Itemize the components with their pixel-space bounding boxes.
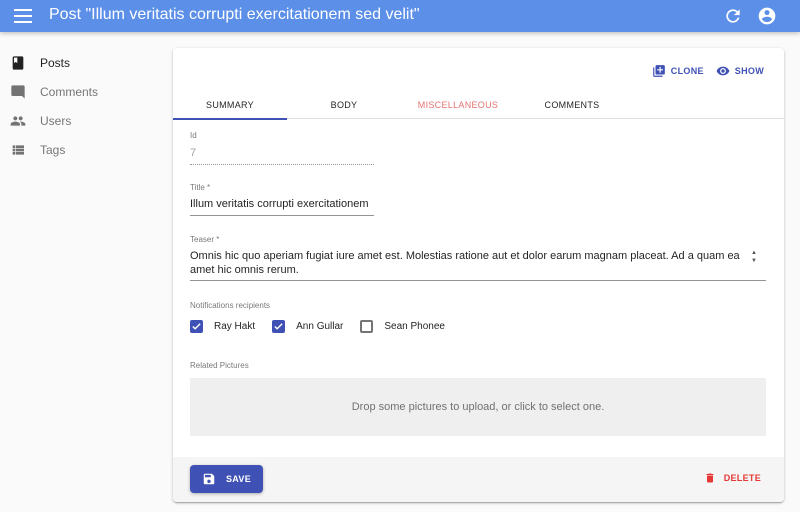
clone-label: CLONE <box>670 66 704 76</box>
library-add-icon <box>652 65 665 77</box>
picture-dropzone[interactable]: Drop some pictures to upload, or click t… <box>190 378 766 436</box>
tab-miscellaneous[interactable]: MISCELLANEOUS <box>401 90 515 119</box>
show-button[interactable]: SHOW <box>716 64 764 78</box>
eye-icon <box>716 66 730 76</box>
tab-body[interactable]: BODY <box>287 90 401 119</box>
id-label: Id <box>190 131 197 140</box>
book-icon <box>12 56 24 70</box>
checkbox-label: Ann Gullar <box>296 321 344 332</box>
id-underline <box>190 164 374 165</box>
trash-icon <box>706 473 714 483</box>
sidebar-item-label: Users <box>40 113 72 128</box>
sidebar-item-comments[interactable]: Comments <box>0 77 160 106</box>
recipient-checkbox-ray-hakt[interactable]: Ray Hakt <box>190 320 255 333</box>
recipient-checkbox-sean-phonee[interactable]: Sean Phonee <box>360 320 445 333</box>
checked-icon <box>190 320 203 333</box>
card-actions: CLONE SHOW <box>652 64 764 78</box>
dropzone-text: Drop some pictures to upload, or click t… <box>351 401 605 413</box>
edit-card: CLONE SHOW SUMMARY BODY MISCELLANEOUS CO… <box>173 48 784 502</box>
title-label: Title * <box>190 183 211 192</box>
refresh-icon[interactable] <box>723 6 743 26</box>
teaser-field[interactable]: Omnis hic quo aperiam fugiat iure amet e… <box>190 249 750 277</box>
save-icon <box>203 473 215 485</box>
show-label: SHOW <box>734 66 764 76</box>
sidebar-item-tags[interactable]: Tags <box>0 135 160 164</box>
chat-bubble-icon <box>11 85 25 99</box>
list-icon <box>12 145 24 155</box>
tab-summary[interactable]: SUMMARY <box>173 90 287 120</box>
sidebar-item-label: Comments <box>40 84 99 99</box>
pictures-label: Related Pictures <box>190 361 249 370</box>
people-icon <box>10 116 26 126</box>
recipients-group: Ray Hakt Ann Gullar Sean Phonee <box>190 320 462 333</box>
sidebar-item-posts[interactable]: Posts <box>0 48 160 77</box>
checkbox-label: Ray Hakt <box>214 321 256 332</box>
id-field: 7 <box>190 147 197 159</box>
page-title: Post "Illum veritatis corrupti exercitat… <box>49 6 420 23</box>
menu-icon[interactable] <box>14 9 32 23</box>
delete-label: DELETE <box>723 473 761 483</box>
title-underline <box>190 215 374 216</box>
account-icon[interactable] <box>757 6 777 26</box>
form-toolbar: SAVE DELETE <box>173 457 784 502</box>
notifications-label: Notifications recipients <box>190 301 271 310</box>
clone-button[interactable]: CLONE <box>652 64 704 78</box>
teaser-scrollbar[interactable]: ▲ ▼ <box>750 249 758 277</box>
sidebar: Posts Comments Users Tags <box>0 48 160 164</box>
recipient-checkbox-ann-gullar[interactable]: Ann Gullar <box>272 320 343 333</box>
app-bar: Post "Illum veritatis corrupti exercitat… <box>0 0 800 32</box>
tab-comments[interactable]: COMMENTS <box>515 90 629 119</box>
checked-icon <box>272 320 286 333</box>
sidebar-item-users[interactable]: Users <box>0 106 160 135</box>
save-button[interactable]: SAVE <box>190 465 263 493</box>
title-field[interactable]: Illum veritatis corrupti exercitationem … <box>190 198 370 210</box>
sidebar-item-label: Posts <box>40 55 71 70</box>
checkbox-label: Sean Phonee <box>384 321 445 332</box>
save-label: SAVE <box>226 474 252 484</box>
tab-bar: SUMMARY BODY MISCELLANEOUS COMMENTS <box>173 90 784 120</box>
delete-button[interactable]: DELETE <box>704 472 761 484</box>
unchecked-icon <box>360 320 374 333</box>
sidebar-item-label: Tags <box>40 142 66 157</box>
teaser-label: Teaser * <box>190 235 220 244</box>
teaser-underline <box>190 280 766 281</box>
